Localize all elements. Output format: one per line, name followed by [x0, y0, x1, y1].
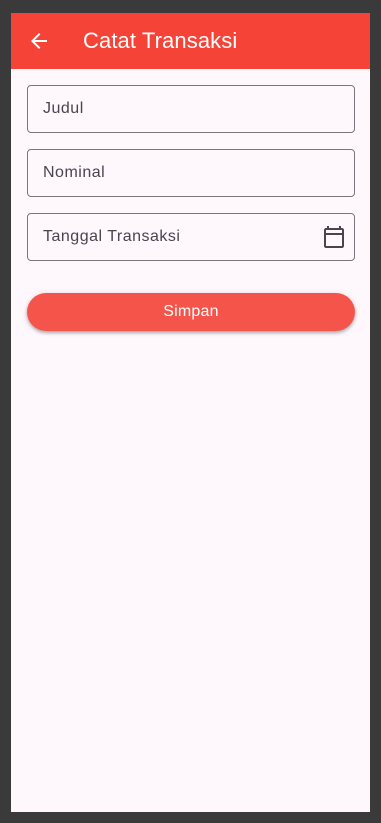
judul-input[interactable]	[28, 86, 354, 132]
nominal-field[interactable]	[27, 149, 355, 197]
judul-field[interactable]	[27, 85, 355, 133]
arrow-back-icon	[31, 33, 47, 49]
nominal-input[interactable]	[28, 150, 354, 196]
tanggal-transaksi-field[interactable]	[27, 213, 355, 261]
page-title: Catat Transaksi	[83, 28, 238, 53]
tanggal-transaksi-input[interactable]	[28, 214, 354, 260]
simpan-button[interactable]: Simpan	[27, 293, 355, 331]
back-button[interactable]	[27, 29, 51, 53]
app-bar: Catat Transaksi	[11, 13, 370, 69]
app-screen: Catat Transaksi Simpan	[11, 13, 370, 812]
calendar-icon[interactable]	[322, 225, 346, 249]
